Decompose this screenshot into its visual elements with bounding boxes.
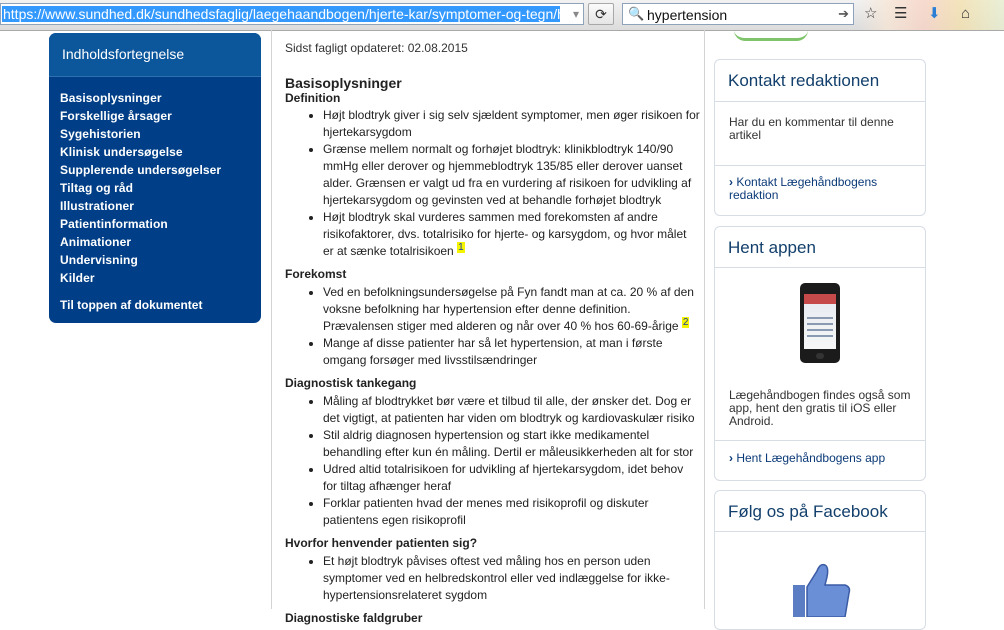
card-separator	[715, 440, 925, 441]
contact-title: Kontakt redaktionen	[728, 71, 880, 90]
heading-definition: Definition	[285, 91, 341, 105]
heading-diagnostisk-tankegang: Diagnostisk tankegang	[285, 376, 417, 390]
search-icon: 🔍	[628, 6, 645, 21]
last-updated: Sidst fagligt opdateret: 02.08.2015	[285, 41, 468, 55]
search-go-icon[interactable]: ➔	[838, 6, 849, 22]
home-icon[interactable]: ⌂	[961, 5, 970, 23]
definition-list: Højt blodtryk giver i sig selv sjældent …	[285, 107, 700, 260]
toc-to-top-link[interactable]: Til toppen af dokumentet	[60, 298, 202, 312]
heading-hvorfor: Hvorfor henvender patienten sig?	[285, 536, 478, 550]
card-separator	[715, 101, 925, 102]
toc-item-kilder[interactable]: Kilder	[60, 269, 221, 287]
table-of-contents: Indholdsfortegnelse Basisoplysninger For…	[49, 33, 261, 323]
forekomst-list: Ved en befolkningsundersøgelse på Fyn fa…	[285, 284, 700, 369]
card-separator	[715, 165, 925, 166]
chevron-right-icon: ›	[729, 451, 733, 465]
browser-toolbar: https://www.sundhed.dk/sundhedsfaglig/la…	[0, 0, 1004, 31]
contact-link[interactable]: › Kontakt Lægehåndbogens redaktion	[729, 176, 914, 202]
toc-item-forskellige-aarsager[interactable]: Forskellige årsager	[60, 107, 221, 125]
diagnostisk-list: Måling af blodtrykket bør være et tilbud…	[285, 393, 700, 529]
toc-item-supplerende-undersoegelser[interactable]: Supplerende undersøgelser	[60, 161, 221, 179]
toc-title: Indholdsfortegnelse	[62, 46, 185, 62]
list-item: Måling af blodtrykket bør være et tilbud…	[323, 393, 700, 427]
toc-item-undervisning[interactable]: Undervisning	[60, 251, 221, 269]
reload-icon: ⟳	[595, 6, 607, 22]
chevron-right-icon: ›	[729, 175, 733, 189]
reference-link[interactable]: 1	[457, 242, 465, 253]
toc-item-klinisk-undersoegelse[interactable]: Klinisk undersøgelse	[60, 143, 221, 161]
app-text: Lægehåndbogen findes også som app, hent …	[729, 388, 911, 428]
toc-list: Basisoplysninger Forskellige årsager Syg…	[60, 89, 221, 287]
toc-item-patientinformation[interactable]: Patientinformation	[60, 215, 221, 233]
list-item: Et højt blodtryk påvises oftest ved måli…	[323, 553, 700, 604]
url-dropdown-icon[interactable]: ▾	[573, 7, 579, 21]
list-item: Højt blodtryk giver i sig selv sjældent …	[323, 107, 700, 141]
heading-diagnostiske-faldgruber: Diagnostiske faldgruber	[285, 611, 423, 625]
download-icon[interactable]: ⬇	[928, 5, 941, 23]
app-link[interactable]: › Hent Lægehåndbogens app	[729, 452, 914, 465]
right-column-divider	[704, 30, 705, 609]
card-separator	[715, 531, 925, 532]
reload-button[interactable]: ⟳	[588, 3, 614, 25]
app-title: Hent appen	[728, 238, 816, 257]
section-title: Basisoplysninger	[285, 75, 402, 91]
facebook-title: Følg os på Facebook	[728, 502, 888, 521]
list-item: Stil aldrig diagnosen hypertension og st…	[323, 427, 700, 461]
toc-item-basisoplysninger[interactable]: Basisoplysninger	[60, 89, 221, 107]
phone-app-image	[800, 283, 840, 363]
app-card: Hent appen Lægehåndbogen findes også som…	[714, 226, 926, 481]
bookmark-star-icon[interactable]: ☆	[864, 5, 877, 23]
reference-link[interactable]: 2	[681, 317, 690, 328]
search-box[interactable]: 🔍 hypertension ➔	[622, 3, 854, 25]
toc-item-illustrationer[interactable]: Illustrationer	[60, 197, 221, 215]
toc-item-animationer[interactable]: Animationer	[60, 233, 221, 251]
facebook-card: Følg os på Facebook	[714, 490, 926, 630]
decorative-leaf	[734, 30, 808, 41]
list-item: Grænse mellem normalt og forhøjet blodtr…	[323, 141, 700, 209]
search-input[interactable]: hypertension	[647, 7, 727, 23]
card-separator	[715, 267, 925, 268]
list-item: Udred altid totalrisikoen for udvikling …	[323, 461, 700, 495]
bookmarks-menu-icon[interactable]: ☰	[894, 5, 907, 23]
left-column-divider	[271, 30, 272, 609]
list-item: Ved en befolkningsundersøgelse på Fyn fa…	[323, 284, 700, 335]
contact-text: Har du en kommentar til denne artikel	[729, 115, 894, 142]
list-item: Højt blodtryk skal vurderes sammen med f…	[323, 209, 700, 260]
list-item: Mange af disse patienter har så let hype…	[323, 335, 700, 369]
url-text[interactable]: https://www.sundhed.dk/sundhedsfaglig/la…	[2, 6, 560, 22]
toc-item-sygehistorien[interactable]: Sygehistorien	[60, 125, 221, 143]
hvorfor-list: Et højt blodtryk påvises oftest ved måli…	[285, 553, 700, 604]
contact-card: Kontakt redaktionen Har du en kommentar …	[714, 59, 926, 216]
address-bar[interactable]: https://www.sundhed.dk/sundhedsfaglig/la…	[0, 3, 584, 25]
toc-header: Indholdsfortegnelse	[49, 33, 261, 77]
toc-item-tiltag-og-raad[interactable]: Tiltag og råd	[60, 179, 221, 197]
facebook-like-thumb-icon[interactable]	[789, 557, 851, 617]
heading-forekomst: Forekomst	[285, 267, 347, 281]
list-item: Forklar patienten hvad der menes med ris…	[323, 495, 700, 529]
article-content: Sidst fagligt opdateret: 02.08.2015 Basi…	[285, 36, 700, 626]
